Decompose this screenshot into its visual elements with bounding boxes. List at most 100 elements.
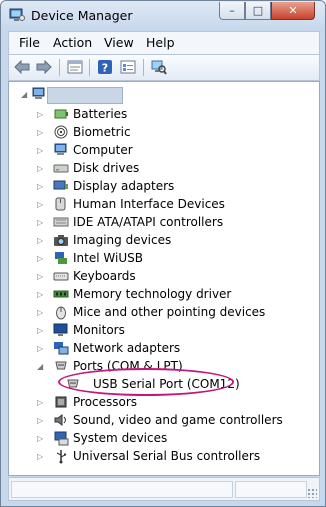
tree-category-item[interactable]: ▷ Biometric: [9, 123, 309, 141]
expand-arrow-icon[interactable]: ▷: [37, 236, 43, 245]
properties-button[interactable]: [66, 58, 84, 76]
category-label: Processors: [73, 395, 138, 409]
view-button[interactable]: [119, 58, 137, 76]
tree-category-item[interactable]: ▷ Computer: [9, 141, 309, 159]
tree-category-item[interactable]: ▷ Imaging devices: [9, 231, 309, 249]
forward-icon: [36, 60, 52, 74]
status-bar: [8, 477, 320, 501]
help-button[interactable]: ?: [96, 58, 114, 76]
window-title: Device Manager: [31, 8, 133, 23]
category-label: System devices: [73, 431, 168, 445]
forward-button[interactable]: [35, 58, 53, 76]
expand-arrow-icon[interactable]: ▷: [37, 146, 43, 155]
menu-file[interactable]: File: [19, 35, 40, 50]
category-label: Mice and other pointing devices: [73, 305, 266, 319]
processor-icon: [55, 396, 67, 408]
expand-arrow-icon[interactable]: ▷: [37, 254, 43, 263]
expand-arrow-icon[interactable]: ▷: [37, 452, 43, 461]
tree-category-item[interactable]: ▷ Network adapters: [9, 339, 309, 357]
status-segment: [235, 481, 307, 498]
close-icon: ✕: [288, 4, 298, 17]
category-label: Disk drives: [73, 161, 140, 175]
collapse-arrow-icon[interactable]: ◢: [37, 362, 43, 371]
menu-action[interactable]: Action: [53, 35, 92, 50]
help-icon: ?: [98, 60, 112, 75]
menu-view[interactable]: View: [104, 35, 134, 50]
expand-arrow-icon[interactable]: ▷: [37, 398, 43, 407]
title-bar[interactable]: Device Manager – □ ✕: [1, 1, 325, 31]
mouse-icon: [56, 306, 66, 320]
toolbar-separator: [89, 59, 90, 76]
expand-arrow-icon[interactable]: ▷: [37, 218, 43, 227]
tree-category-item[interactable]: ▷ Human Interface Devices: [9, 195, 309, 213]
tree-category-item[interactable]: ▷ Batteries: [9, 105, 309, 123]
menu-help[interactable]: Help: [146, 35, 175, 50]
category-label: Computer: [73, 143, 133, 157]
expand-arrow-icon[interactable]: ▷: [37, 308, 43, 317]
expand-arrow-icon[interactable]: ▷: [37, 344, 43, 353]
tree-category-item[interactable]: ▷ Universal Serial Bus controllers: [9, 447, 309, 465]
port-icon: [55, 361, 67, 370]
device-manager-app-icon: [9, 8, 25, 21]
tree-category-item[interactable]: ▷ Keyboards: [9, 267, 309, 285]
minimize-button[interactable]: –: [219, 2, 245, 20]
fingerprint-icon: [54, 125, 68, 139]
resize-grip-icon[interactable]: [307, 488, 317, 498]
tree-category-item[interactable]: ▷ Disk drives: [9, 159, 309, 177]
menu-bar: File Action View Help: [8, 31, 320, 54]
tree-category-item[interactable]: ▷ Mice and other pointing devices: [9, 303, 309, 321]
tree-category-item[interactable]: ▷ Sound, video and game controllers: [9, 411, 309, 429]
hid-icon: [55, 197, 66, 211]
category-label: Display adapters: [73, 179, 175, 193]
category-label: Human Interface Devices: [73, 197, 225, 211]
camera-icon: [54, 235, 68, 246]
sound-icon: [54, 414, 66, 426]
category-label: Batteries: [73, 107, 128, 121]
keyboard-icon: [53, 272, 69, 281]
expand-arrow-icon[interactable]: ▷: [37, 164, 43, 173]
disk-drive-icon: [53, 164, 69, 173]
tree-category-item[interactable]: ▷ Intel WiUSB: [9, 249, 309, 267]
category-label: Sound, video and game controllers: [73, 413, 283, 427]
expand-arrow-icon[interactable]: ▷: [37, 290, 43, 299]
system-device-icon: [54, 431, 69, 446]
tree-category-item[interactable]: ▷ Memory technology driver: [9, 285, 309, 303]
category-label: Network adapters: [73, 341, 181, 355]
network-adapter-icon: [54, 342, 69, 355]
category-label: Intel WiUSB: [73, 251, 143, 265]
svg-text:?: ?: [102, 62, 108, 75]
computer-icon: [32, 87, 45, 99]
computer-name-redacted[interactable]: [47, 87, 123, 104]
status-segment: [11, 481, 233, 498]
close-button[interactable]: ✕: [271, 2, 315, 20]
collapse-arrow-icon[interactable]: ◢: [21, 90, 27, 99]
expand-arrow-icon[interactable]: ▷: [37, 182, 43, 191]
expand-arrow-icon[interactable]: ▷: [37, 128, 43, 137]
memory-icon: [53, 290, 69, 298]
category-label: Monitors: [73, 323, 125, 337]
properties-icon: [67, 60, 83, 74]
back-icon: [14, 60, 30, 74]
back-button[interactable]: [13, 58, 31, 76]
expand-arrow-icon[interactable]: ▷: [37, 416, 43, 425]
expand-arrow-icon[interactable]: ▷: [37, 200, 43, 209]
minimize-icon: –: [229, 4, 235, 17]
expand-arrow-icon[interactable]: ▷: [37, 272, 43, 281]
tree-category-item[interactable]: ▷ System devices: [9, 429, 309, 447]
scan-hardware-button[interactable]: [150, 58, 168, 76]
tree-category-item[interactable]: ▷ IDE ATA/ATAPI controllers: [9, 213, 309, 231]
category-label: IDE ATA/ATAPI controllers: [73, 215, 224, 229]
highlight-annotation: [58, 368, 234, 396]
maximize-button[interactable]: □: [245, 2, 271, 20]
tree-category-item[interactable]: ▷ Monitors: [9, 321, 309, 339]
expand-arrow-icon[interactable]: ▷: [37, 110, 43, 119]
expand-arrow-icon[interactable]: ▷: [37, 434, 43, 443]
category-label: Imaging devices: [73, 233, 172, 247]
view-icon: [120, 60, 136, 74]
maximize-icon: □: [252, 4, 264, 17]
tree-category-item[interactable]: ▷ Display adapters: [9, 177, 309, 195]
display-adapter-icon: [53, 180, 68, 190]
toolbar-separator: [59, 59, 60, 76]
device-tree[interactable]: ◢ ▷ Batteries ▷ Biometric ▷ Computer ▷ Disk driv…: [8, 81, 320, 476]
expand-arrow-icon[interactable]: ▷: [37, 326, 43, 335]
